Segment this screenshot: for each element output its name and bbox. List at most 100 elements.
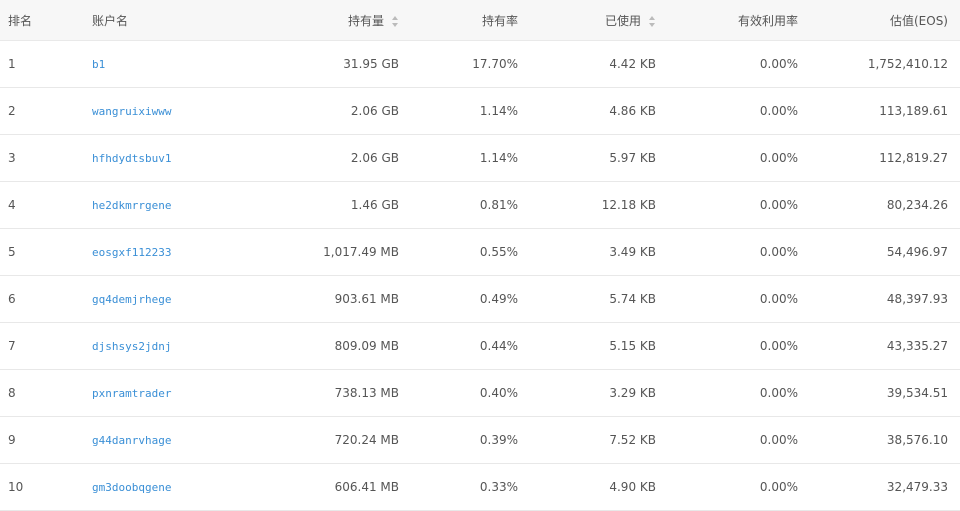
rank-cell: 4 — [8, 198, 16, 212]
value-cell: 54,496.97 — [886, 245, 948, 259]
account-link[interactable]: he2dkmrrgene — [92, 199, 171, 212]
value-cell: 43,335.27 — [886, 339, 948, 353]
holding-cell: 2.06 GB — [350, 151, 399, 165]
rank-cell: 8 — [8, 386, 16, 400]
account-link[interactable]: wangruixiwww — [92, 105, 171, 118]
holding-cell: 903.61 MB — [334, 292, 399, 306]
account-cell: g44danrvhage — [92, 433, 262, 447]
table-row: 4 he2dkmrrgene 1.46 GB 0.81% 12.18 KB 0.00% 80… — [0, 182, 960, 229]
rank-cell: 1 — [8, 57, 16, 71]
holding-rate-cell: 0.40% — [479, 386, 518, 400]
account-link[interactable]: djshsys2jdnj — [92, 340, 171, 353]
rank-cell: 10 — [8, 480, 24, 494]
holding-rate-cell: 0.39% — [479, 433, 518, 447]
header-value: 估值(EOS) — [889, 13, 948, 28]
value-cell: 38,576.10 — [886, 433, 948, 447]
used-cell: 5.97 KB — [609, 151, 656, 165]
holding-rate-cell: 17.70% — [472, 57, 518, 71]
table-row: 6 gq4demjrhege 903.61 MB 0.49% 5.74 KB 0.00% 4… — [0, 276, 960, 323]
used-cell: 4.42 KB — [609, 57, 656, 71]
header-rank: 排名 — [8, 13, 33, 28]
table-row: 1 b1 31.95 GB 17.70% 4.42 KB 0.00% 1,752,410.1… — [0, 41, 960, 88]
holding-cell: 606.41 MB — [334, 480, 399, 494]
sort-icon[interactable] — [392, 15, 399, 27]
holding-cell: 738.13 MB — [334, 386, 399, 400]
holding-rate-cell: 1.14% — [479, 151, 518, 165]
holding-rate-cell: 0.33% — [479, 480, 518, 494]
effective-rate-cell: 0.00% — [759, 480, 798, 494]
holding-rate-cell: 1.14% — [479, 104, 518, 118]
table-row: 7 djshsys2jdnj 809.09 MB 0.44% 5.15 KB 0.00% 4… — [0, 323, 960, 370]
holding-cell: 2.06 GB — [350, 104, 399, 118]
table-header: 排名 账户名 持有量 持有率 已使用 有效利用率 估值(EOS) — [0, 0, 960, 41]
account-cell: eosgxf112233 — [92, 245, 262, 259]
effective-rate-cell: 0.00% — [759, 339, 798, 353]
effective-rate-cell: 0.00% — [759, 245, 798, 259]
holding-rate-cell: 0.44% — [479, 339, 518, 353]
used-cell: 12.18 KB — [601, 198, 656, 212]
used-cell: 5.74 KB — [609, 292, 656, 306]
effective-rate-cell: 0.00% — [759, 386, 798, 400]
used-cell: 4.90 KB — [609, 480, 656, 494]
header-used[interactable]: 已使用 — [518, 12, 666, 29]
effective-rate-cell: 0.00% — [759, 151, 798, 165]
account-cell: gq4demjrhege — [92, 292, 262, 306]
holding-rate-cell: 0.81% — [479, 198, 518, 212]
ram-holders-table: 排名 账户名 持有量 持有率 已使用 有效利用率 估值(EOS) 1 b1 31.9… — [0, 0, 960, 511]
account-link[interactable]: hfhdydtsbuv1 — [92, 152, 171, 165]
account-link[interactable]: g44danrvhage — [92, 434, 171, 447]
account-link[interactable]: b1 — [92, 58, 105, 71]
account-cell: gm3doobqgene — [92, 480, 262, 494]
header-holding-rate: 持有率 — [481, 13, 518, 28]
account-link[interactable]: pxnramtrader — [92, 387, 171, 400]
holding-cell: 1.46 GB — [350, 198, 399, 212]
rank-cell: 6 — [8, 292, 16, 306]
value-cell: 32,479.33 — [886, 480, 948, 494]
rank-cell: 7 — [8, 339, 16, 353]
account-cell: he2dkmrrgene — [92, 198, 262, 212]
value-cell: 48,397.93 — [886, 292, 948, 306]
effective-rate-cell: 0.00% — [759, 57, 798, 71]
effective-rate-cell: 0.00% — [759, 198, 798, 212]
rank-cell: 5 — [8, 245, 16, 259]
value-cell: 80,234.26 — [886, 198, 948, 212]
value-cell: 39,534.51 — [886, 386, 948, 400]
account-cell: wangruixiwww — [92, 104, 262, 118]
table-row: 10 gm3doobqgene 606.41 MB 0.33% 4.90 KB 0.00%… — [0, 464, 960, 511]
header-holding-label: 持有量 — [347, 13, 384, 28]
table-row: 5 eosgxf112233 1,017.49 MB 0.55% 3.49 KB 0.00… — [0, 229, 960, 276]
table-body: 1 b1 31.95 GB 17.70% 4.42 KB 0.00% 1,752,410.1… — [0, 41, 960, 511]
header-account: 账户名 — [92, 13, 129, 28]
holding-cell: 809.09 MB — [334, 339, 399, 353]
effective-rate-cell: 0.00% — [759, 292, 798, 306]
table-row: 2 wangruixiwww 2.06 GB 1.14% 4.86 KB 0.00% 113… — [0, 88, 960, 135]
rank-cell: 3 — [8, 151, 16, 165]
table-row: 3 hfhdydtsbuv1 2.06 GB 1.14% 5.97 KB 0.00% 112… — [0, 135, 960, 182]
account-link[interactable]: gm3doobqgene — [92, 481, 171, 494]
table-row: 8 pxnramtrader 738.13 MB 0.40% 3.29 KB 0.00% 3… — [0, 370, 960, 417]
value-cell: 112,819.27 — [879, 151, 948, 165]
account-cell: djshsys2jdnj — [92, 339, 262, 353]
account-link[interactable]: eosgxf112233 — [92, 246, 171, 259]
effective-rate-cell: 0.00% — [759, 104, 798, 118]
account-link[interactable]: gq4demjrhege — [92, 293, 171, 306]
holding-rate-cell: 0.55% — [479, 245, 518, 259]
header-holding[interactable]: 持有量 — [262, 12, 409, 29]
holding-cell: 31.95 GB — [343, 57, 399, 71]
header-used-label: 已使用 — [604, 13, 641, 28]
rank-cell: 2 — [8, 104, 16, 118]
holding-cell: 720.24 MB — [334, 433, 399, 447]
used-cell: 7.52 KB — [609, 433, 656, 447]
used-cell: 4.86 KB — [609, 104, 656, 118]
value-cell: 113,189.61 — [879, 104, 948, 118]
effective-rate-cell: 0.00% — [759, 433, 798, 447]
used-cell: 3.49 KB — [609, 245, 656, 259]
sort-icon[interactable] — [649, 15, 656, 27]
holding-rate-cell: 0.49% — [479, 292, 518, 306]
table-row: 9 g44danrvhage 720.24 MB 0.39% 7.52 KB 0.00% 3… — [0, 417, 960, 464]
account-cell: hfhdydtsbuv1 — [92, 151, 262, 165]
used-cell: 3.29 KB — [609, 386, 656, 400]
account-cell: b1 — [92, 57, 262, 71]
rank-cell: 9 — [8, 433, 16, 447]
holding-cell: 1,017.49 MB — [323, 245, 399, 259]
